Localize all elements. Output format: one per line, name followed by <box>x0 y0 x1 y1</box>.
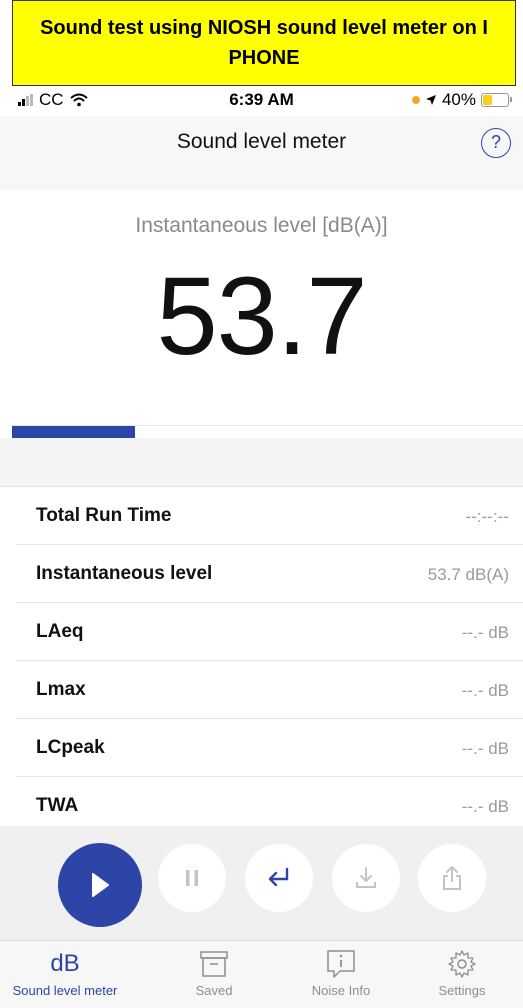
metric-value: --.- dB <box>461 797 509 816</box>
level-bar <box>12 425 523 438</box>
info-icon <box>327 950 355 978</box>
gear-icon <box>448 950 476 978</box>
metric-value: --:--:-- <box>465 507 509 526</box>
help-icon[interactable]: ? <box>481 128 511 158</box>
metric-label: Lmax <box>36 679 86 700</box>
metric-label: LAeq <box>36 621 84 642</box>
caption-text: Sound test using NIOSH sound level meter… <box>40 17 488 69</box>
navigation-bar: Sound level meter ? <box>0 116 523 190</box>
status-bar: CC 6:39 AM 40% <box>0 86 523 116</box>
metric-value: --.- dB <box>461 623 509 642</box>
metric-label: TWA <box>36 795 79 816</box>
return-icon <box>268 867 289 887</box>
play-icon <box>92 873 109 897</box>
reset-button[interactable] <box>245 844 313 912</box>
metric-row-total-run-time: Total Run Time --:--:-- <box>16 487 523 545</box>
tab-sound-level-meter[interactable]: dB Sound level meter <box>0 947 130 998</box>
tab-icon-wrap <box>276 947 406 981</box>
tab-label: Sound level meter <box>12 983 118 998</box>
metrics-list: Total Run Time --:--:-- Instantaneous le… <box>0 487 523 835</box>
tab-icon-wrap <box>149 947 279 981</box>
play-button[interactable] <box>58 843 142 927</box>
pause-button[interactable] <box>158 844 226 912</box>
controls-bar <box>0 826 523 940</box>
status-right: 40% <box>411 90 512 110</box>
battery-percent: 40% <box>441 90 476 109</box>
save-button[interactable] <box>332 844 400 912</box>
instantaneous-level-value: 53.7 <box>156 255 367 378</box>
db-icon: dB <box>50 950 80 977</box>
metric-row-instantaneous-level: Instantaneous level 53.7 dB(A) <box>16 545 523 603</box>
share-icon <box>443 866 461 890</box>
metric-row-lmax: Lmax --.- dB <box>16 661 523 719</box>
tab-noise-info[interactable]: Noise Info <box>276 947 406 998</box>
instantaneous-level-label: Instantaneous level [dB(A)] <box>135 214 388 237</box>
tab-bar: dB Sound level meter Saved Noise Info Se… <box>0 940 523 1008</box>
tab-label: Settings <box>438 983 486 998</box>
share-button[interactable] <box>418 844 486 912</box>
caption-banner: Sound test using NIOSH sound level meter… <box>12 0 516 86</box>
page-title: Sound level meter <box>176 130 347 153</box>
metric-label: Total Run Time <box>36 505 172 526</box>
metric-label: Instantaneous level <box>36 563 213 584</box>
recording-dot-icon <box>411 96 420 104</box>
metric-row-lcpeak: LCpeak --.- dB <box>16 719 523 777</box>
tab-label: Saved <box>195 983 233 998</box>
metric-row-laeq: LAeq --.- dB <box>16 603 523 661</box>
battery-icon <box>481 93 512 107</box>
level-bar-fill <box>12 426 135 438</box>
tab-label: Noise Info <box>311 983 371 998</box>
metric-label: LCpeak <box>36 737 105 758</box>
tab-icon-wrap <box>397 947 523 981</box>
section-divider <box>0 438 523 487</box>
download-icon <box>356 867 376 888</box>
tab-icon-wrap: dB <box>0 947 130 981</box>
tab-settings[interactable]: Settings <box>397 947 523 998</box>
archive-icon <box>200 951 228 977</box>
metric-value: --.- dB <box>461 739 509 758</box>
pause-icon <box>186 870 198 886</box>
metric-value: 53.7 dB(A) <box>427 565 509 584</box>
metric-value: --.- dB <box>461 681 509 700</box>
location-arrow-icon <box>425 95 436 105</box>
tab-saved[interactable]: Saved <box>149 947 279 998</box>
